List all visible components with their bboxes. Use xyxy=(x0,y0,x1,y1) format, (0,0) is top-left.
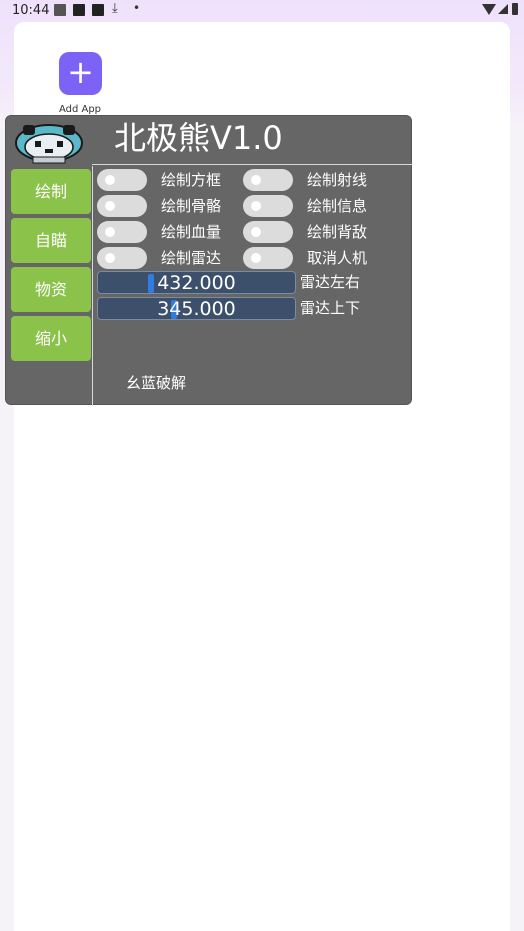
toggle-label: 绘制血量 xyxy=(161,223,222,241)
toggle-draw-box[interactable] xyxy=(97,169,147,191)
battery-icon xyxy=(512,3,518,15)
square-icon xyxy=(73,4,85,16)
polar-bear-mascot-icon[interactable] xyxy=(13,121,85,165)
add-app-button[interactable]: + xyxy=(59,52,102,95)
signal-icon xyxy=(498,4,508,14)
toggle-knob xyxy=(105,253,115,263)
plus-icon: + xyxy=(67,53,94,91)
toggle-draw-behind-enemy[interactable] xyxy=(243,221,293,243)
toggle-knob xyxy=(251,175,261,185)
toggle-hide-bots[interactable] xyxy=(243,247,293,269)
toggle-label: 绘制射线 xyxy=(307,171,368,189)
toggle-label: 绘制背敌 xyxy=(307,223,368,241)
square-icon xyxy=(92,4,104,16)
nav-minimize-button[interactable]: 缩小 xyxy=(11,316,91,361)
toggle-knob xyxy=(251,253,261,263)
cheat-menu-panel[interactable]: 北极熊V1.0 绘制 自瞄 物资 缩小 绘制方框 绘制骨骼 绘制血量 绘制雷达 … xyxy=(5,115,412,406)
toggle-knob xyxy=(105,227,115,237)
nav-items-button[interactable]: 物资 xyxy=(11,267,91,312)
toggle-knob xyxy=(251,227,261,237)
slider-value: 432.000 xyxy=(157,272,236,294)
toggle-knob xyxy=(105,201,115,211)
toggle-label: 绘制雷达 xyxy=(161,249,222,267)
radar-vertical-slider[interactable]: 345.000 xyxy=(97,297,296,320)
toggle-draw-health[interactable] xyxy=(97,221,147,243)
panel-title: 北极熊V1.0 xyxy=(114,119,283,157)
radar-horizontal-slider[interactable]: 432.000 xyxy=(97,271,296,294)
toggle-label: 取消人机 xyxy=(307,249,368,267)
slider-label: 雷达上下 xyxy=(300,299,361,317)
download-icon: ⤓ xyxy=(112,1,118,16)
toggle-draw-radar[interactable] xyxy=(97,247,147,269)
status-time: 10:44 xyxy=(12,3,50,18)
footer-credit: 幺蓝破解 xyxy=(126,374,187,392)
slider-value: 345.000 xyxy=(157,298,236,320)
title-divider xyxy=(92,164,412,165)
toggle-draw-lines[interactable] xyxy=(243,169,293,191)
toggle-label: 绘制骨骼 xyxy=(161,197,222,215)
toggle-draw-skeleton[interactable] xyxy=(97,195,147,217)
status-bar: 10:44 ⤓ • xyxy=(0,0,524,22)
dot-icon: • xyxy=(133,1,141,15)
wifi-icon xyxy=(482,4,496,15)
nav-aim-button[interactable]: 自瞄 xyxy=(11,218,91,263)
toggle-knob xyxy=(105,175,115,185)
toggle-knob xyxy=(251,201,261,211)
nav-draw-button[interactable]: 绘制 xyxy=(11,169,91,214)
toggle-draw-info[interactable] xyxy=(243,195,293,217)
gallery-icon xyxy=(54,4,66,16)
add-app-label: Add App xyxy=(58,104,102,115)
toggle-label: 绘制方框 xyxy=(161,171,222,189)
slider-label: 雷达左右 xyxy=(300,273,361,291)
nav-divider xyxy=(92,166,93,406)
toggle-label: 绘制信息 xyxy=(307,197,368,215)
